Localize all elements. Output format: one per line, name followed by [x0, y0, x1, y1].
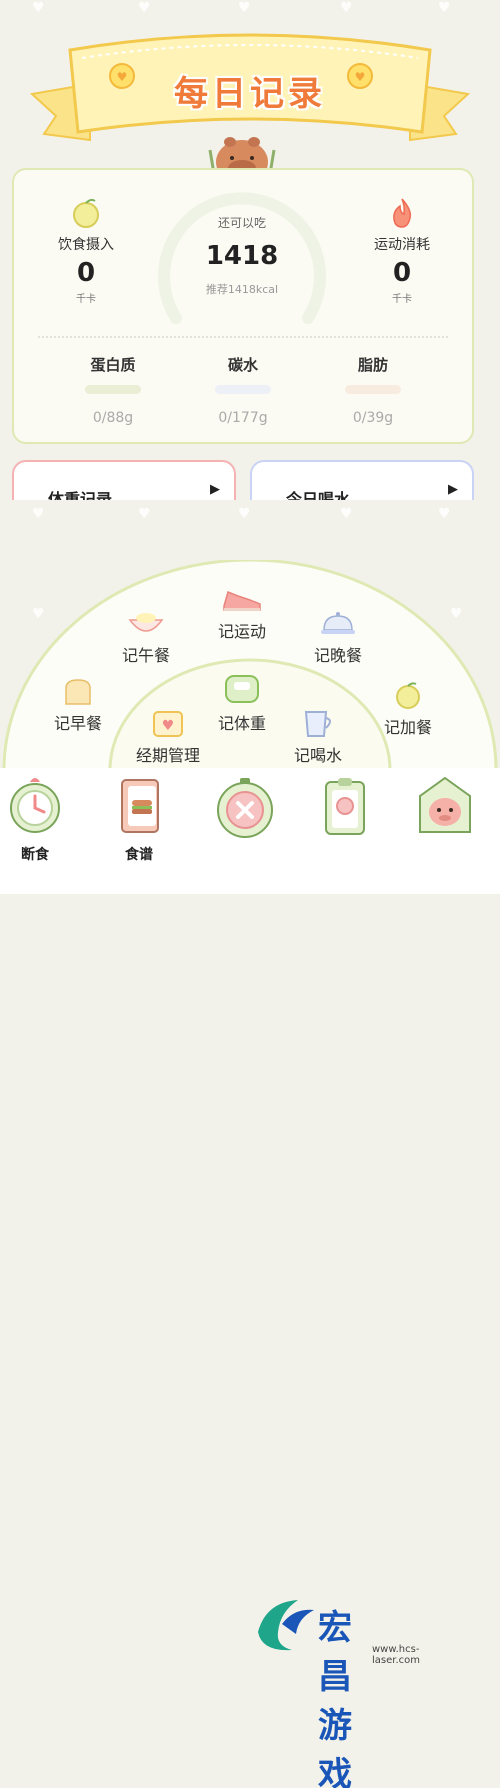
lemon-icon — [73, 198, 99, 228]
calendar-heart-icon: ♥ — [153, 711, 183, 737]
macro-name: 脂肪 — [357, 356, 388, 374]
burn-unit: 千卡 — [392, 294, 412, 305]
burn-label: 运动消耗 — [374, 237, 430, 253]
cup-icon — [304, 711, 331, 737]
heart-decoration-icon: ♥ — [32, 0, 45, 16]
burn-value: 0 — [392, 258, 412, 288]
toast-icon — [65, 679, 91, 705]
clipboard-icon — [325, 778, 365, 835]
macro-fat: 脂肪 0/39g — [318, 354, 428, 426]
intake-unit: 千卡 — [76, 294, 96, 305]
heart-decoration-icon: ♥ — [438, 0, 451, 16]
intake-stat[interactable]: 饮食摄入 0 千卡 — [36, 196, 136, 305]
menu-label: 记加餐 — [383, 718, 432, 737]
macro-progress-bar — [215, 385, 271, 394]
log-snack-button[interactable]: 记加餐 — [360, 680, 456, 738]
heart-decoration-icon: ♥ — [340, 506, 353, 522]
bottom-tab-bar: 断食 食谱 宏昌游戏 www.hcs-laser.com — [0, 768, 500, 1788]
watermark-url: www.hcs-laser.com — [372, 1644, 420, 1666]
macro-name: 碳水 — [227, 356, 258, 374]
watermark: 宏昌游戏网 www.hcs-laser.com — [252, 1594, 420, 1788]
macro-value: 0/39g — [352, 410, 394, 426]
log-breakfast-button[interactable]: 记早餐 — [30, 676, 126, 734]
bowl-icon — [128, 613, 164, 632]
scale-icon — [225, 675, 259, 703]
watermark-logo-icon — [258, 1600, 314, 1651]
arrow-right-icon: ▶ — [210, 482, 220, 497]
macro-value: 0/88g — [92, 410, 134, 426]
arrow-right-icon: ▶ — [448, 482, 458, 497]
log-exercise-button[interactable]: 记运动 — [194, 584, 290, 642]
heart-decoration-icon: ♥ — [138, 506, 151, 522]
tab-label: 食谱 — [125, 847, 153, 863]
tab-profile[interactable] — [410, 774, 480, 844]
heart-decoration-icon: ♥ — [438, 506, 451, 522]
heart-decoration-icon: ♥ — [340, 0, 353, 16]
log-water-button[interactable]: 记喝水 — [270, 708, 366, 766]
macro-progress-bar — [85, 385, 141, 394]
intake-label: 饮食摄入 — [58, 237, 114, 253]
clock-icon — [10, 778, 60, 833]
mascot-icon — [419, 776, 471, 833]
log-lunch-button[interactable]: 记午餐 — [98, 608, 194, 666]
menu-label: 记运动 — [217, 622, 266, 641]
menu-label: 记午餐 — [121, 646, 170, 665]
sneaker-icon — [223, 590, 261, 611]
fruit-icon — [396, 682, 420, 709]
watermark-text: 宏昌游戏网 — [318, 1608, 354, 1788]
tab-label: 断食 — [21, 847, 49, 863]
tab-recipes[interactable]: 食谱 — [104, 774, 174, 864]
close-round-icon — [217, 778, 273, 838]
macro-progress-bar — [345, 385, 401, 394]
cloche-icon — [321, 612, 355, 634]
heart-decoration-icon: ♥ — [138, 0, 151, 16]
flame-icon — [393, 198, 412, 228]
heart-decoration-icon: ♥ — [32, 506, 45, 522]
daily-summary-card: 饮食摄入 0 千卡 还可以吃 1418 推荐1418kcal 运动消耗 0 千卡… — [12, 168, 474, 444]
recommend-text: 推荐1418kcal — [205, 283, 279, 296]
remaining-value: 1418 — [205, 241, 279, 271]
tab-records[interactable] — [310, 774, 380, 844]
log-dinner-button[interactable]: 记晚餐 — [290, 608, 386, 666]
macro-carbs: 碳水 0/177g — [188, 354, 298, 426]
menu-label: 记喝水 — [293, 746, 342, 765]
page-title: 每日记录 — [174, 74, 326, 114]
recipe-book-icon — [121, 779, 159, 833]
macro-value: 0/177g — [218, 410, 268, 426]
svg-text:♥: ♥ — [162, 718, 175, 734]
intake-value: 0 — [76, 258, 96, 288]
divider — [38, 336, 448, 338]
macro-name: 蛋白质 — [90, 356, 136, 374]
menu-label: 经期管理 — [135, 746, 200, 765]
menu-label: 记早餐 — [53, 714, 102, 733]
macro-protein: 蛋白质 0/88g — [58, 354, 168, 426]
tab-fasting[interactable]: 断食 — [0, 774, 70, 864]
remaining-label: 还可以吃 — [217, 216, 266, 230]
heart-decoration-icon: ♥ — [238, 506, 251, 522]
burn-stat[interactable]: 运动消耗 0 千卡 — [352, 196, 452, 305]
heart-decoration-icon: ♥ — [238, 0, 251, 16]
menu-label: 记晚餐 — [313, 646, 362, 665]
period-tracking-button[interactable]: ♥ 经期管理 — [120, 708, 216, 766]
tab-center-action[interactable] — [210, 774, 280, 846]
remaining-stat: 还可以吃 1418 推荐1418kcal — [182, 214, 302, 297]
